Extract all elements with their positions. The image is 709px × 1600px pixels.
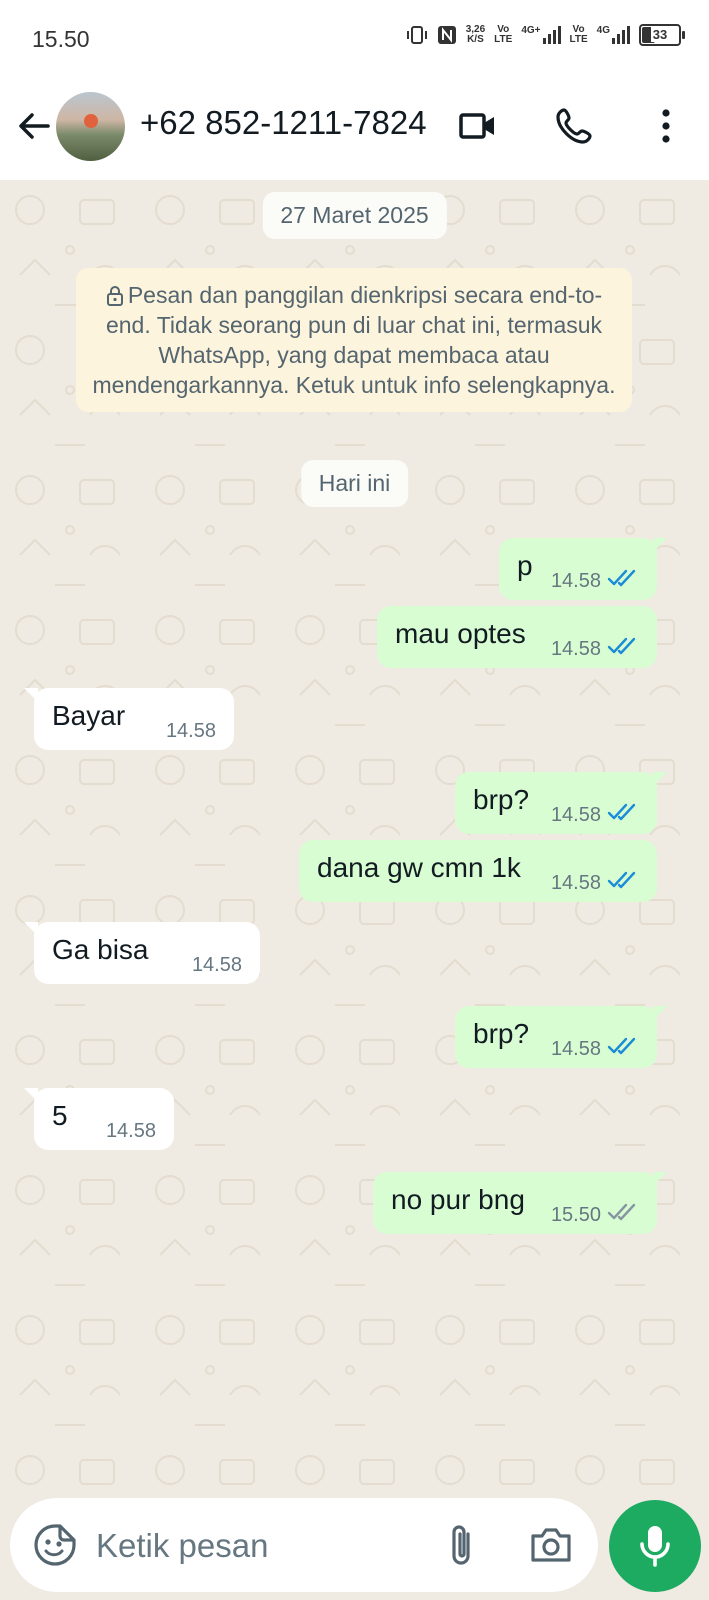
volte-1: Vo LTE [494,24,513,45]
message-composer [10,1498,598,1592]
volte-2: Vo LTE [569,24,588,45]
signal-bars-icon [612,26,630,44]
date-separator: 27 Maret 2025 [262,192,447,239]
more-options-icon[interactable] [644,104,688,148]
message-bubble-outgoing[interactable]: no pur bng 15.50 [373,1172,667,1234]
message-text: brp? [473,1018,530,1049]
avatar[interactable] [56,92,125,161]
nfc-icon [437,26,456,44]
message-text: brp? [473,784,530,815]
status-bar: 15.50 3,26 K/S Vo LTE 4G+ Vo LTE 4G 33 [0,0,709,78]
delivered-ticks-icon [607,1203,636,1221]
voice-message-button[interactable] [609,1500,701,1592]
message-bubble-outgoing[interactable]: dana gw cmn 1k 14.58 [299,840,657,902]
camera-icon[interactable] [526,1520,576,1570]
status-time: 15.50 [32,26,90,52]
read-ticks-icon [607,1037,636,1055]
message-time: 14.58 [165,720,216,742]
message-text: Ga bisa [52,934,149,965]
voice-call-icon[interactable] [552,104,596,148]
microphone-icon [640,1526,670,1567]
read-ticks-icon [607,569,636,587]
contact-name[interactable]: +62 852-1211-7824 [140,104,427,142]
video-call-icon[interactable] [456,104,500,148]
encryption-notice[interactable]: Pesan dan panggilan dienkripsi secara en… [76,268,632,412]
message-time: 14.58 [550,872,601,894]
back-arrow-icon[interactable] [14,106,54,146]
message-time: 15.50 [550,1204,601,1226]
signal-bars-icon [542,26,561,44]
network-speed: 3,26 K/S [465,24,486,45]
message-time: 14.58 [550,638,601,660]
message-bubble-outgoing[interactable]: mau optes 14.58 [377,606,657,668]
message-bubble-incoming[interactable]: 5 14.58 [24,1088,174,1150]
message-bubble-outgoing[interactable]: p 14.58 [499,538,667,600]
read-ticks-icon [607,637,636,655]
chat-area[interactable]: 27 Maret 2025 Pesan dan panggilan dienkr… [0,180,709,1485]
message-input[interactable] [94,1520,408,1572]
battery-icon: 33 [639,24,685,46]
message-time: 14.58 [105,1120,156,1142]
chat-header: +62 852-1211-7824 [0,78,709,180]
message-bubble-incoming[interactable]: Bayar 14.58 [24,688,234,750]
message-bubble-outgoing[interactable]: brp? 14.58 [455,1006,667,1068]
message-text: 5 [52,1100,68,1131]
message-time: 14.58 [191,954,242,976]
message-time: 14.58 [550,570,601,592]
message-text: mau optes [395,618,526,649]
message-text: Bayar [52,700,126,731]
message-time: 14.58 [550,1038,601,1060]
encryption-text: Pesan dan panggilan dienkripsi secara en… [92,282,616,398]
battery-level: 33 [650,27,670,42]
message-text: no pur bng [391,1184,525,1215]
message-bubble-outgoing[interactable]: brp? 14.58 [455,772,667,834]
read-ticks-icon [607,803,636,821]
signal-2: 4G [597,26,630,44]
lock-icon [106,286,123,306]
message-text: dana gw cmn 1k [317,852,521,883]
signal-1: 4G+ [521,26,561,44]
message-time: 14.58 [550,804,601,826]
read-ticks-icon [607,871,636,889]
attach-icon[interactable] [438,1520,484,1570]
avatar-sun [84,114,98,128]
status-icons: 3,26 K/S Vo LTE 4G+ Vo LTE 4G 33 [406,24,685,46]
sticker-emoji-icon[interactable] [32,1522,78,1568]
vibrate-icon [406,26,427,44]
today-separator: Hari ini [300,460,409,507]
message-text: p [517,550,533,581]
message-bubble-incoming[interactable]: Ga bisa 14.58 [24,922,260,984]
